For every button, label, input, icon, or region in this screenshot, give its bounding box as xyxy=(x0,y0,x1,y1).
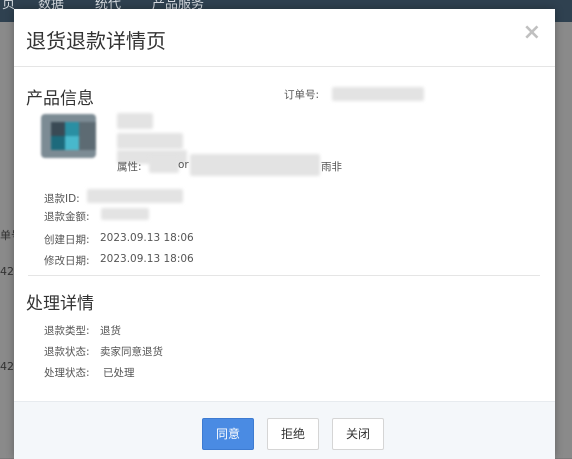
background-cell: 42 xyxy=(0,265,14,278)
modal-footer: 同意 拒绝 关闭 xyxy=(14,401,555,459)
background-cell: 42 xyxy=(0,360,14,373)
modal-header: 退货退款详情页 × xyxy=(14,9,555,67)
refund-type-label: 退款类型: xyxy=(44,325,90,337)
modal-title: 退货退款详情页 xyxy=(26,29,166,53)
attribute-value-redacted xyxy=(190,154,320,176)
attribute-value-fragment: 雨非 xyxy=(321,161,342,173)
product-name-redacted xyxy=(117,133,183,149)
refund-detail-modal: 退货退款详情页 × 产品信息 订单号: 属性: or 雨非 退款ID: 退款金额… xyxy=(14,9,555,459)
close-button[interactable]: 关闭 xyxy=(332,418,384,450)
close-icon[interactable]: × xyxy=(523,22,541,44)
modified-date-label: 修改日期: xyxy=(44,255,90,267)
refund-status-label: 退款状态: xyxy=(44,346,90,358)
attribute-value-redacted xyxy=(149,157,179,173)
refund-id-redacted xyxy=(87,189,183,203)
product-info-heading: 产品信息 xyxy=(26,89,94,109)
created-date-value: 2023.09.13 18:06 xyxy=(100,232,194,244)
refund-type-value: 退货 xyxy=(100,325,121,337)
modified-date-value: 2023.09.13 18:06 xyxy=(100,253,194,265)
order-number-label: 订单号: xyxy=(284,89,320,101)
product-thumbnail xyxy=(41,114,96,158)
product-name-redacted xyxy=(117,113,153,129)
process-status-label: 处理状态: xyxy=(44,367,90,379)
process-status-value: 已处理 xyxy=(103,367,135,379)
reject-button[interactable]: 拒绝 xyxy=(267,418,319,450)
refund-amount-label: 退款金额: xyxy=(44,211,90,223)
attribute-label: 属性: xyxy=(117,161,142,173)
section-divider xyxy=(28,275,540,276)
refund-status-value: 卖家同意退货 xyxy=(100,346,163,358)
order-number-redacted xyxy=(332,87,424,101)
created-date-label: 创建日期: xyxy=(44,234,90,246)
agree-button[interactable]: 同意 xyxy=(202,418,254,450)
refund-amount-redacted xyxy=(101,208,149,220)
refund-id-label: 退款ID: xyxy=(44,193,80,205)
attribute-value-fragment: or xyxy=(178,159,189,171)
process-details-heading: 处理详情 xyxy=(26,294,94,314)
